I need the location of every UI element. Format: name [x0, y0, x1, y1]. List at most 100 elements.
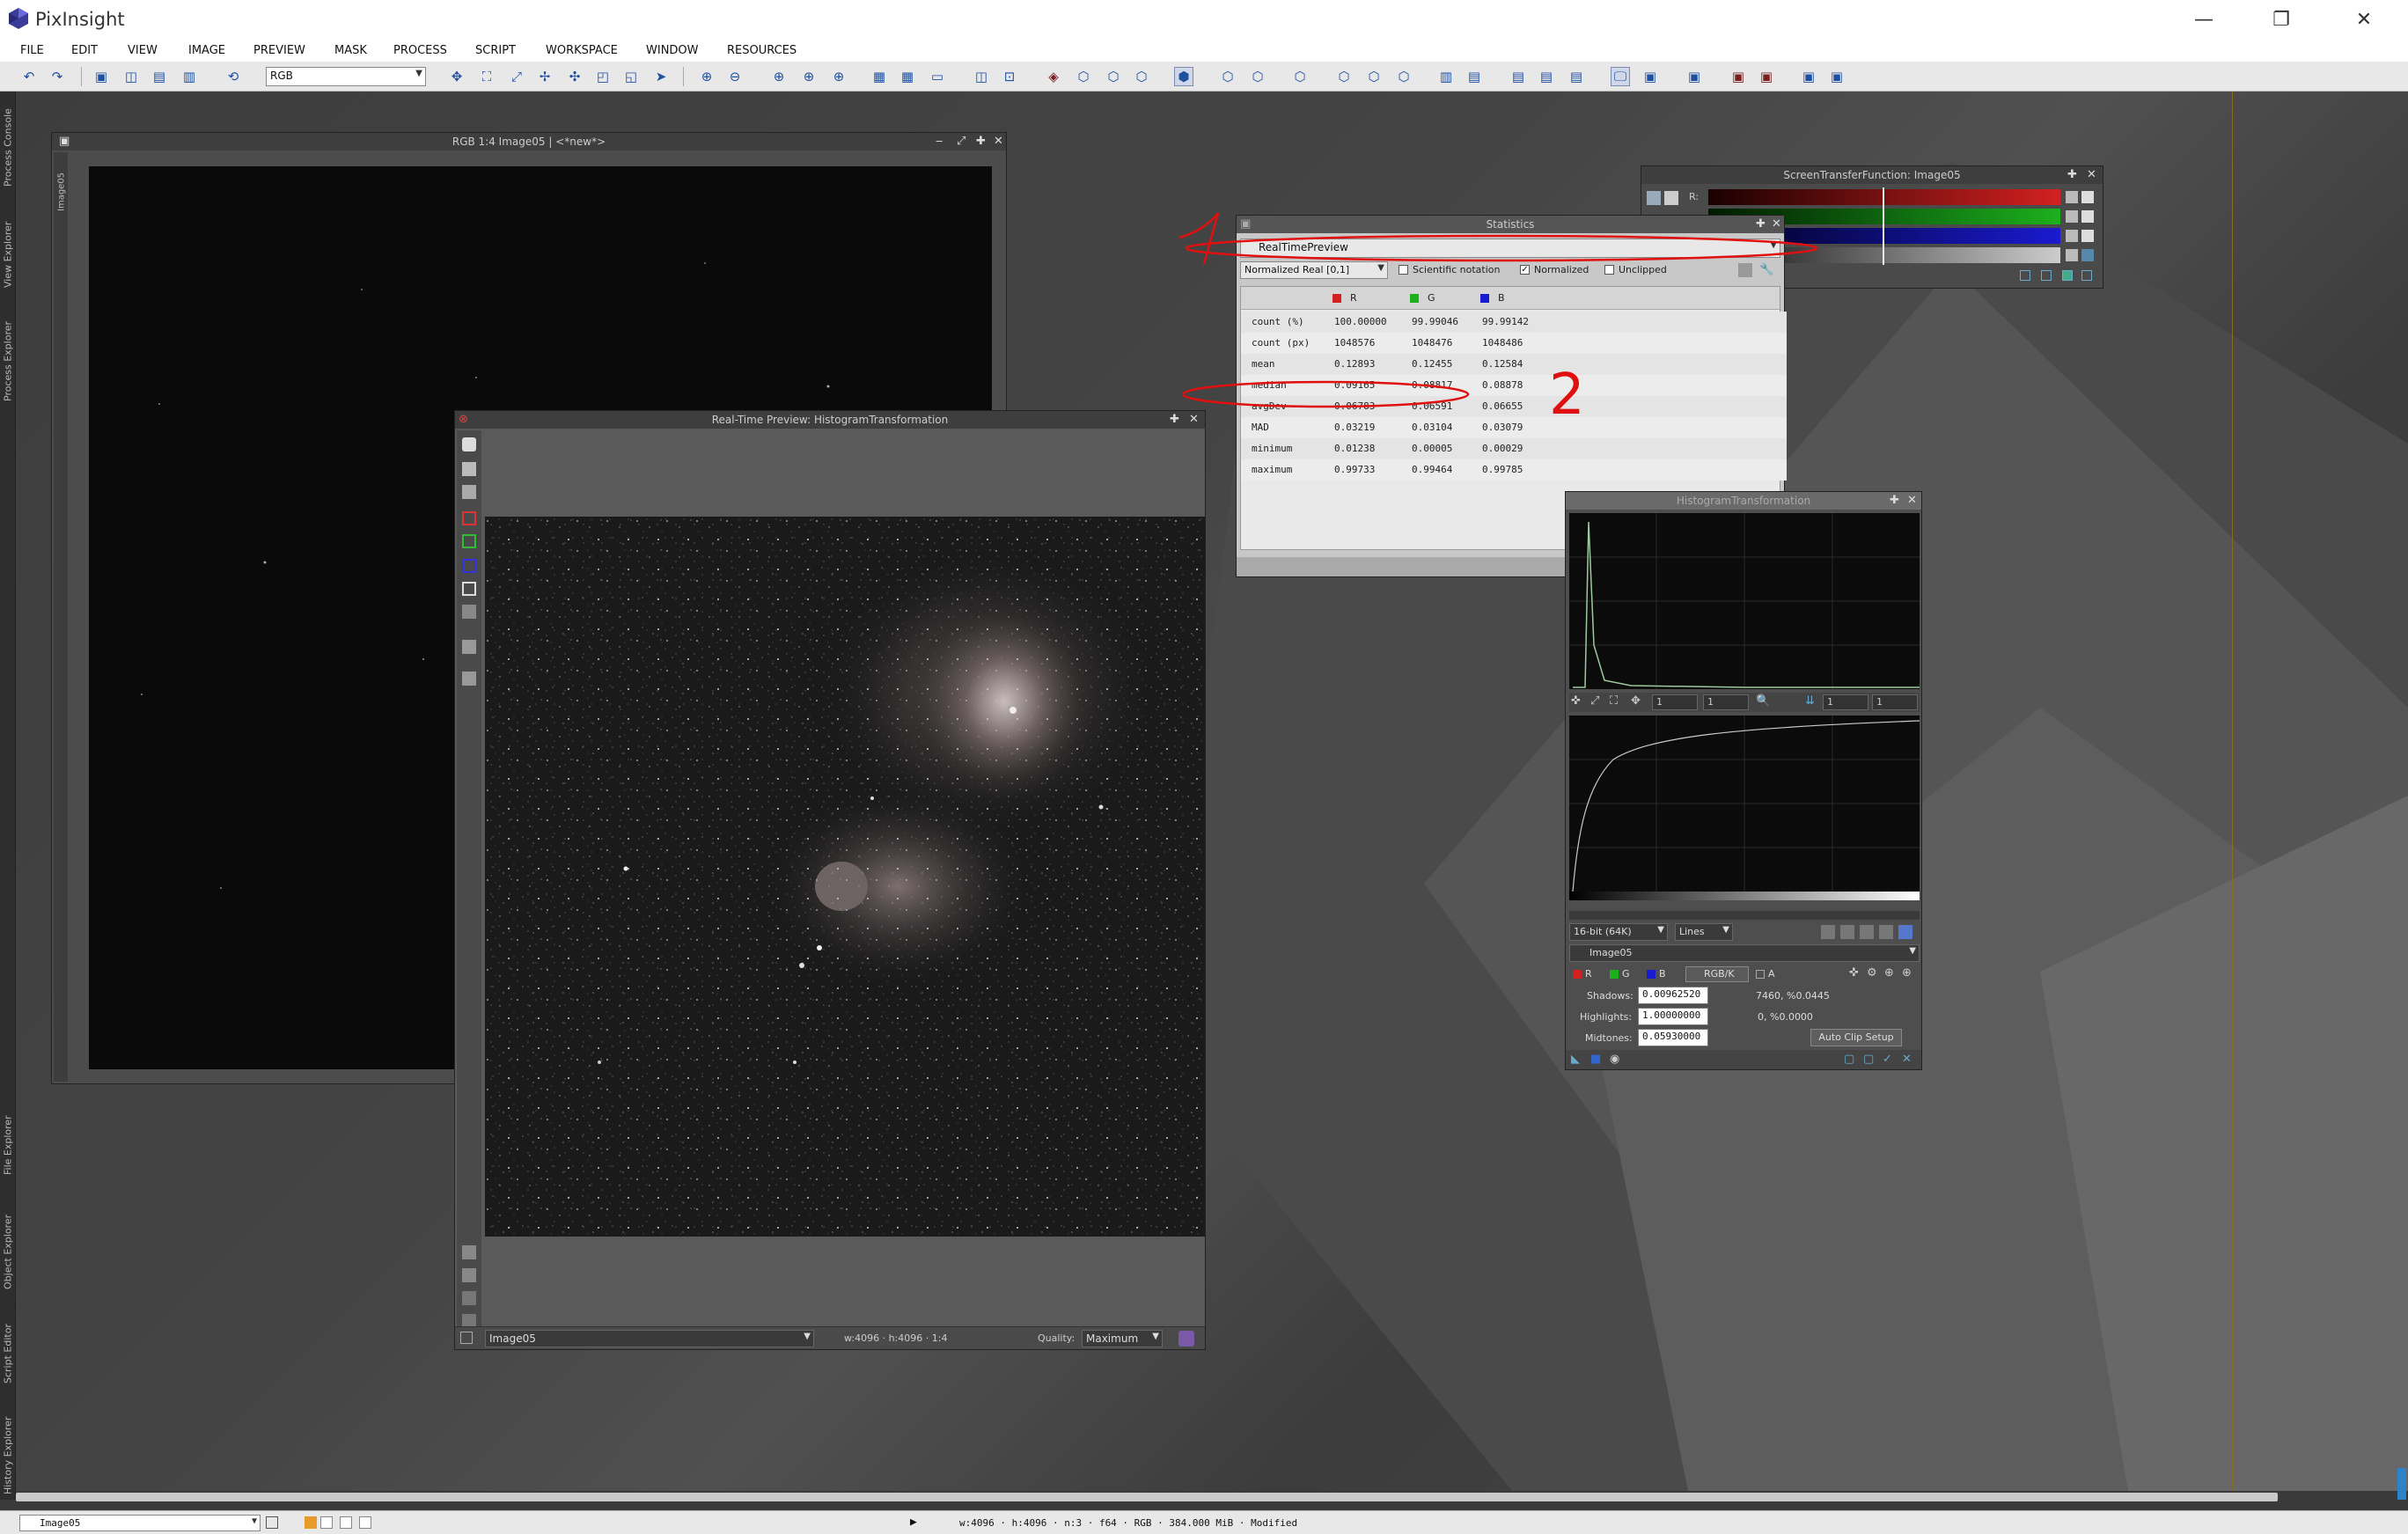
script-a-icon[interactable]: ⬡ [1218, 67, 1237, 86]
menu-workspace[interactable]: WORKSPACE [546, 44, 618, 57]
side-tab-history-explorer[interactable]: History Explorer [1, 1403, 15, 1508]
show-original-icon[interactable] [462, 462, 476, 476]
target-icon[interactable]: ⊕ [1884, 966, 1894, 980]
reset-view-icon[interactable]: ⟲ [224, 67, 243, 86]
apply-global-icon[interactable]: ■ [1590, 1053, 1601, 1066]
arrow-down-icon[interactable]: ⇊ [1805, 694, 1815, 708]
readout-icon[interactable]: ◰ [593, 67, 613, 86]
pan-mode-icon[interactable]: ✣ [565, 67, 584, 86]
new-image-icon[interactable]: ▤ [150, 67, 169, 86]
zoom-3-icon[interactable]: ⊕ [829, 67, 848, 86]
doc-icon[interactable] [2041, 270, 2052, 281]
camera-icon[interactable] [462, 640, 476, 654]
side-tab-script-editor[interactable]: Script Editor [1, 1310, 15, 1398]
channel-b-icon[interactable] [462, 559, 476, 573]
ws-a-icon[interactable]: ⬡ [1334, 67, 1354, 86]
zoom-2-icon[interactable]: ⊕ [799, 67, 819, 86]
win-b-icon[interactable]: ▤ [1537, 67, 1556, 86]
target-icon[interactable]: ⊕ [1902, 966, 1912, 980]
script-b-icon[interactable]: ⬡ [1248, 67, 1267, 86]
shade-icon[interactable]: ‒ [936, 135, 943, 148]
apply-icon[interactable]: ✓ [1883, 1053, 1892, 1066]
reset-icon[interactable] [2066, 191, 2078, 203]
process-b-icon[interactable]: ⬡ [1074, 67, 1093, 86]
magnifier-icon[interactable]: 🔍 [1756, 694, 1770, 708]
win-a-icon[interactable]: ▤ [1509, 67, 1528, 86]
auto-clip-button[interactable]: Auto Clip Setup [1810, 1029, 1902, 1046]
undo-icon[interactable]: ↶ [19, 67, 39, 86]
preview-toggle-icon[interactable]: ◉ [1610, 1053, 1619, 1066]
monitor-c-icon[interactable]: ▣ [1685, 67, 1704, 86]
ch-r-label[interactable]: R [1585, 968, 1592, 980]
minimize-button[interactable]: — [2177, 5, 2230, 35]
menu-edit[interactable]: EDIT [71, 44, 98, 57]
pin-icon[interactable]: ✚ [1170, 413, 1179, 426]
close-circle-icon[interactable]: ⊗ [459, 413, 468, 426]
menu-preview[interactable]: PREVIEW [253, 44, 305, 57]
resolution-select[interactable]: 16-bit (64K) ▼ [1569, 923, 1668, 941]
menu-window[interactable]: WINDOW [646, 44, 699, 57]
preview-canvas[interactable] [485, 517, 1205, 1237]
zoom-fit-icon[interactable]: ⤢ [507, 67, 526, 86]
menu-resources[interactable]: RESOURCES [727, 44, 797, 57]
histogram-window[interactable]: HistogramTransformation ✚ ✕ ✜ ⤢ ⛶ ✥ 1 1 … [1565, 491, 1922, 1070]
move-icon[interactable]: ✢ [535, 67, 554, 86]
image-id-tab[interactable]: Image05 [55, 161, 69, 223]
layout-3-icon[interactable]: ▭ [928, 67, 947, 86]
export-a-icon[interactable]: ▣ [1799, 67, 1818, 86]
reset-icon[interactable]: ✕ [1902, 1053, 1912, 1066]
pan-icon[interactable]: ✥ [447, 67, 466, 86]
process-c-icon[interactable]: ⬡ [1104, 67, 1123, 86]
menu-script[interactable]: SCRIPT [475, 44, 516, 57]
grid-icon[interactable] [1898, 925, 1912, 939]
channel-l-icon[interactable] [462, 582, 476, 596]
histogram-view-select[interactable]: Image05 ▼ [1569, 944, 1920, 962]
menu-mask[interactable]: MASK [334, 44, 367, 57]
side-tab-process-console[interactable]: Process Console [1, 95, 15, 201]
ws-d-icon[interactable]: ▥ [1436, 67, 1456, 86]
crosshair-icon[interactable]: ✜ [1571, 694, 1581, 708]
scrollbar-thumb[interactable] [16, 1493, 2278, 1501]
zoom-fit-icon[interactable]: ⛶ [1610, 694, 1618, 708]
export-b-icon[interactable]: ▣ [1827, 67, 1846, 86]
reset-icon[interactable] [2066, 210, 2078, 223]
pin-icon[interactable]: ✚ [976, 135, 986, 148]
layout-2-icon[interactable]: ▦ [898, 67, 917, 86]
process-d-icon[interactable]: ⬡ [1132, 67, 1151, 86]
mask-b-icon[interactable] [340, 1516, 352, 1529]
side-tab-object-explorer[interactable]: Object Explorer [1, 1199, 15, 1304]
channel-g-icon[interactable] [462, 534, 476, 548]
process-a-icon[interactable]: ◈ [1044, 67, 1063, 86]
shadows-input[interactable]: 0.00962520 [1638, 987, 1708, 1004]
zoom-1-1-icon[interactable]: ⊕ [769, 67, 789, 86]
crosshair-icon[interactable]: ✜ [1849, 966, 1859, 980]
ch-a-label[interactable]: A [1768, 968, 1775, 980]
channel-r-icon[interactable] [462, 511, 476, 525]
bars-icon[interactable] [1840, 925, 1854, 939]
close-icon[interactable]: ✕ [2087, 168, 2096, 181]
log-icon[interactable] [1821, 925, 1835, 939]
reset-icon[interactable] [2066, 230, 2078, 242]
monitor-b-icon[interactable]: ▣ [1641, 67, 1660, 86]
menu-view[interactable]: VIEW [128, 44, 158, 57]
ch-a-swatch[interactable] [1756, 970, 1765, 979]
workspace-scrollbar[interactable] [16, 1468, 2408, 1503]
zoom-in-icon[interactable] [462, 1268, 476, 1282]
close-button[interactable]: ✕ [2338, 5, 2390, 35]
fit-view-icon[interactable]: ⛶ [477, 67, 496, 86]
close-icon[interactable]: ✕ [994, 135, 1003, 148]
channel-rgb-icon[interactable] [462, 485, 476, 499]
channel-select[interactable]: RGB ▼ [266, 67, 426, 86]
histogram-scroll[interactable] [1569, 911, 1920, 920]
new-instance-icon[interactable] [2020, 270, 2030, 281]
channel-a-icon[interactable] [462, 605, 476, 619]
side-tab-view-explorer[interactable]: View Explorer [1, 206, 15, 303]
monitor-active-icon[interactable]: 🖵 [1611, 67, 1630, 86]
play-icon[interactable]: ▶ [910, 1516, 917, 1529]
tile-h-icon[interactable]: ◫ [972, 67, 991, 86]
ch-g-label[interactable]: G [1622, 968, 1630, 980]
pointer-icon[interactable]: ➤ [651, 67, 671, 86]
preview-view-select[interactable]: Image05 ▼ [485, 1330, 814, 1347]
monitor-icon[interactable] [2081, 249, 2094, 261]
crop-icon[interactable] [460, 1332, 473, 1344]
